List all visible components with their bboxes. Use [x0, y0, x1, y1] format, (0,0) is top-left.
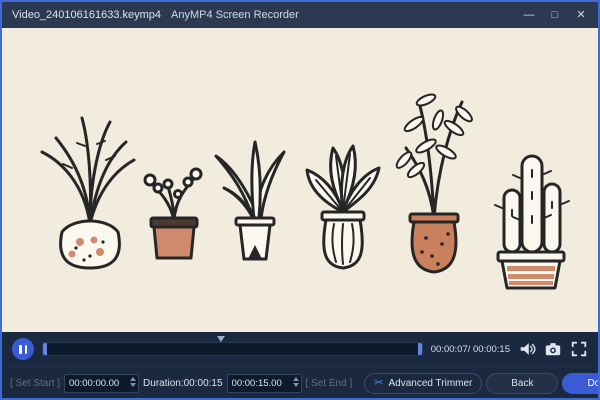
time-display: 00:00:07/ 00:00:15 — [430, 343, 510, 355]
start-time-field — [64, 373, 140, 393]
end-time-input[interactable] — [226, 373, 302, 393]
back-button[interactable]: Back — [486, 372, 559, 394]
playback-controls: 00:00:07/ 00:00:15 — [2, 332, 598, 366]
stepper-up-icon[interactable] — [292, 376, 299, 381]
pause-button[interactable] — [12, 338, 34, 360]
progress-slider[interactable] — [42, 336, 423, 356]
fullscreen-icon[interactable] — [570, 340, 588, 358]
playhead[interactable] — [217, 336, 225, 342]
stepper-down-icon[interactable] — [130, 382, 137, 387]
window-title-filename: Video_240106161633.keymp4 — [12, 9, 162, 21]
plant-berry-pot — [143, 167, 203, 260]
advanced-trimmer-label: Advanced Trimmer — [388, 377, 473, 389]
video-frame — [2, 28, 598, 332]
end-time-field — [226, 373, 302, 393]
trim-start-handle[interactable] — [43, 343, 47, 355]
set-start-button[interactable]: [ Set Start ] — [10, 378, 60, 389]
plant-cactus — [494, 154, 570, 290]
volume-icon[interactable] — [518, 340, 536, 358]
start-time-stepper[interactable] — [130, 376, 137, 387]
pause-icon — [19, 344, 22, 354]
advanced-trimmer-button[interactable]: ✂ Advanced Trimmer — [364, 372, 483, 394]
duration-label: Duration:00:00:15 — [143, 377, 223, 389]
set-end-button[interactable]: [ Set End ] — [306, 378, 353, 389]
window-title-appname: AnyMP4 Screen Recorder — [171, 9, 299, 21]
start-time-input[interactable] — [64, 373, 140, 393]
plant-bushy-vase — [305, 144, 381, 270]
stepper-down-icon[interactable] — [292, 382, 299, 387]
minimize-button[interactable]: — — [516, 2, 542, 28]
plants-illustration — [40, 93, 570, 290]
app-window: Video_240106161633.keymp4 AnyMP4 Screen … — [0, 0, 600, 400]
plant-fern-bowl — [40, 116, 136, 270]
plant-leaf-cup — [214, 140, 286, 261]
close-button[interactable]: ✕ — [568, 2, 594, 28]
stepper-up-icon[interactable] — [130, 376, 137, 381]
titlebar: Video_240106161633.keymp4 AnyMP4 Screen … — [2, 2, 598, 28]
trim-toolbar: [ Set Start ] Duration:00:00:15 [ Set En… — [2, 366, 598, 398]
camera-icon[interactable] — [544, 340, 562, 358]
maximize-button[interactable]: □ — [542, 2, 568, 28]
scissors-icon: ✂ — [374, 376, 384, 389]
done-button[interactable]: Done — [562, 372, 598, 394]
window-controls: — □ ✕ — [516, 2, 594, 28]
trim-end-handle[interactable] — [417, 343, 422, 355]
plant-tall-terracotta — [395, 93, 473, 274]
end-time-stepper[interactable] — [292, 376, 299, 387]
